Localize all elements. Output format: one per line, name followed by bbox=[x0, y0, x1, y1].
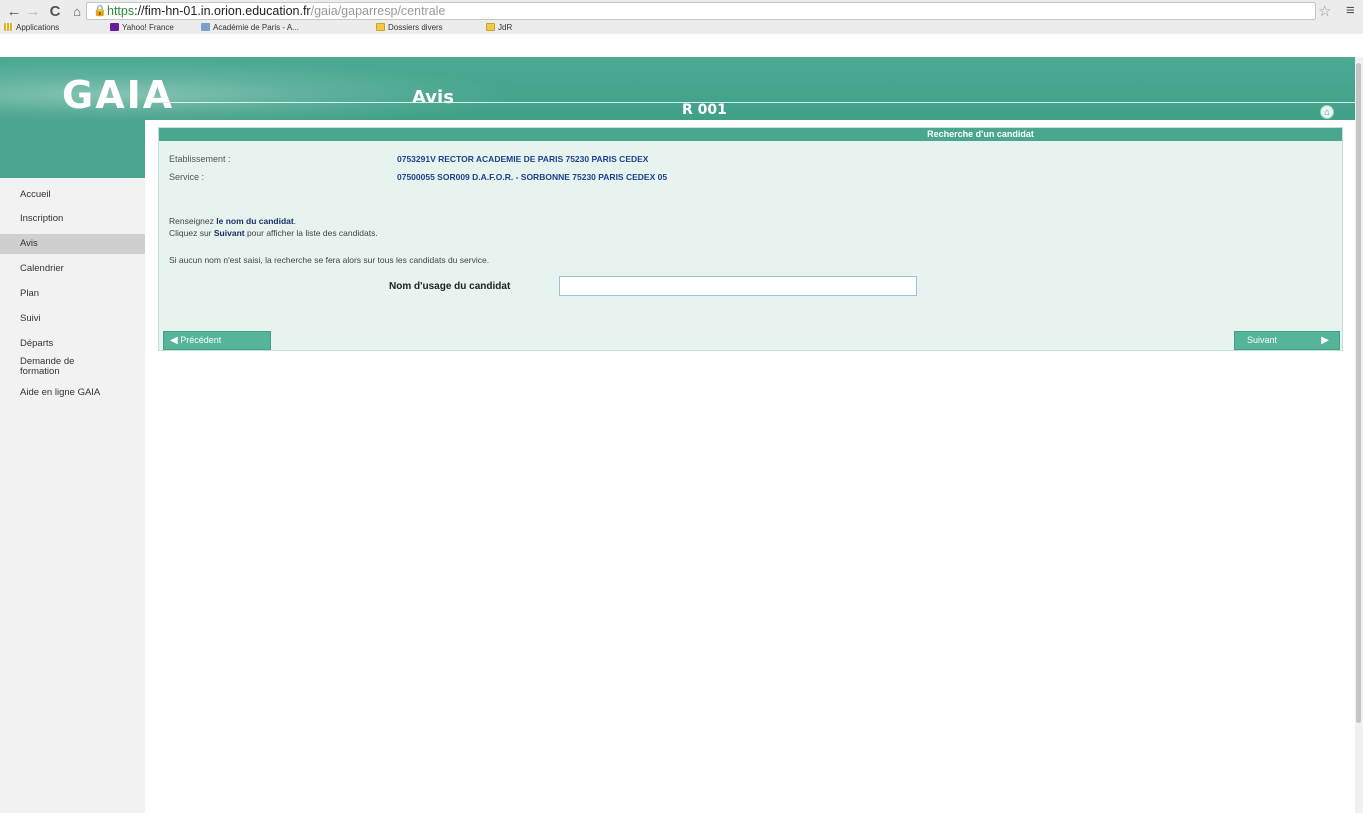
bookmark-jdr[interactable]: JdR bbox=[486, 22, 512, 34]
instr1-suffix: . bbox=[293, 216, 297, 226]
home-icon[interactable]: ⌂ bbox=[1320, 105, 1334, 119]
sidebar-item-departs[interactable]: Départs bbox=[0, 334, 145, 354]
browser-menu-icon[interactable]: ≡ bbox=[1346, 2, 1355, 19]
apps-grid-icon bbox=[4, 23, 13, 31]
sidebar-item-demande-formation[interactable]: Demande de formation bbox=[0, 356, 100, 378]
sidebar-item-plan[interactable]: Plan bbox=[0, 284, 145, 304]
instruction-line-2: Cliquez sur Suivant pour afficher la lis… bbox=[169, 228, 378, 238]
instruction-line-1: Renseignez le nom du candidat. bbox=[169, 216, 296, 226]
screen-code: R 001 bbox=[682, 102, 727, 118]
instr1-bold: le nom du candidat bbox=[216, 216, 294, 226]
service-value: 07500055 SOR009 D.A.F.O.R. - SORBONNE 75… bbox=[397, 172, 668, 182]
next-button-label: Suivant bbox=[1247, 335, 1278, 345]
arrow-left-icon: ◀ bbox=[170, 335, 178, 346]
bookmark-yahoo[interactable]: Yahoo! France bbox=[110, 22, 174, 34]
search-candidate-panel: Recherche d'un candidat Etablissement : … bbox=[158, 127, 1343, 351]
lock-icon: 🔒 bbox=[93, 5, 107, 17]
previous-button[interactable]: ◀ Précédent bbox=[163, 331, 271, 350]
etablissement-value: 0753291V RECTOR ACADEMIE DE PARIS 75230 … bbox=[397, 154, 649, 164]
sidebar-item-suivi[interactable]: Suivi bbox=[0, 309, 145, 329]
sidebar-header-block bbox=[0, 120, 145, 178]
folder-icon bbox=[376, 23, 385, 31]
reload-icon[interactable]: C bbox=[46, 3, 64, 21]
module-title: Avis bbox=[412, 87, 454, 108]
folder-icon bbox=[486, 23, 495, 31]
bookmark-star-icon[interactable]: ☆ bbox=[1318, 2, 1331, 20]
address-bar[interactable]: 🔒 https://fim-hn-01.in.orion.education.f… bbox=[86, 2, 1316, 20]
yahoo-icon bbox=[110, 23, 119, 31]
page-scrollbar[interactable] bbox=[1355, 57, 1363, 813]
bookmark-label: JdR bbox=[498, 23, 513, 32]
url-path: /gaia/gaparresp/centrale bbox=[310, 4, 446, 18]
sidebar-item-avis[interactable]: Avis bbox=[0, 234, 145, 254]
sidebar-item-aide-en-ligne[interactable]: Aide en ligne GAIA bbox=[0, 383, 145, 403]
service-label: Service : bbox=[169, 172, 205, 182]
back-arrow-icon[interactable]: ← bbox=[5, 3, 23, 21]
forward-arrow-icon[interactable]: → bbox=[24, 3, 42, 21]
bookmarks-bar: Applications Yahoo! France Académie de P… bbox=[0, 22, 1363, 34]
url-text[interactable]: https://fim-hn-01.in.orion.education.fr/… bbox=[107, 4, 445, 18]
bookmark-applications[interactable]: Applications bbox=[4, 22, 59, 34]
home-icon[interactable]: ⌂ bbox=[68, 3, 86, 21]
url-scheme: https bbox=[107, 4, 135, 18]
bookmark-label: Applications bbox=[16, 23, 60, 32]
panel-title: Recherche d'un candidat bbox=[159, 128, 1342, 141]
arrow-right-icon: ▶ bbox=[1321, 335, 1329, 346]
bookmark-label: Dossiers divers bbox=[388, 23, 443, 32]
header-divider bbox=[148, 102, 1358, 103]
sidebar-item-accueil[interactable]: Accueil bbox=[0, 185, 145, 205]
bookmark-dossiers-divers[interactable]: Dossiers divers bbox=[376, 22, 443, 34]
bookmark-academie[interactable]: Académie de Paris - A... bbox=[201, 22, 299, 34]
candidate-name-input[interactable] bbox=[559, 276, 917, 296]
scrollbar-thumb[interactable] bbox=[1356, 63, 1361, 723]
sidebar-item-calendrier[interactable]: Calendrier bbox=[0, 259, 145, 279]
instr2-suffix: pour afficher la liste des candidats. bbox=[244, 228, 378, 238]
url-host: ://fim-hn-01.in.orion.education.fr bbox=[134, 4, 311, 18]
bookmark-label: Académie de Paris - A... bbox=[213, 23, 299, 32]
next-button[interactable]: Suivant ▶ bbox=[1234, 331, 1340, 350]
app-header: GAIA Avis R 001 ⌂ bbox=[0, 57, 1363, 120]
instr1-prefix: Renseignez bbox=[169, 216, 217, 226]
previous-button-label: Précédent bbox=[180, 335, 222, 345]
candidate-name-label: Nom d'usage du candidat bbox=[389, 281, 511, 292]
academie-icon bbox=[201, 23, 210, 31]
etablissement-label: Etablissement : bbox=[169, 154, 231, 164]
sidebar: Accueil Inscription Avis Calendrier Plan… bbox=[0, 120, 145, 813]
instr2-bold: Suivant bbox=[213, 228, 245, 238]
sidebar-item-inscription[interactable]: Inscription bbox=[0, 209, 145, 229]
gaia-logo: GAIA bbox=[62, 73, 175, 117]
bookmark-label: Yahoo! France bbox=[122, 23, 174, 32]
instr2-prefix: Cliquez sur bbox=[169, 228, 214, 238]
instruction-line-3: Si aucun nom n'est saisi, la recherche s… bbox=[169, 255, 490, 265]
